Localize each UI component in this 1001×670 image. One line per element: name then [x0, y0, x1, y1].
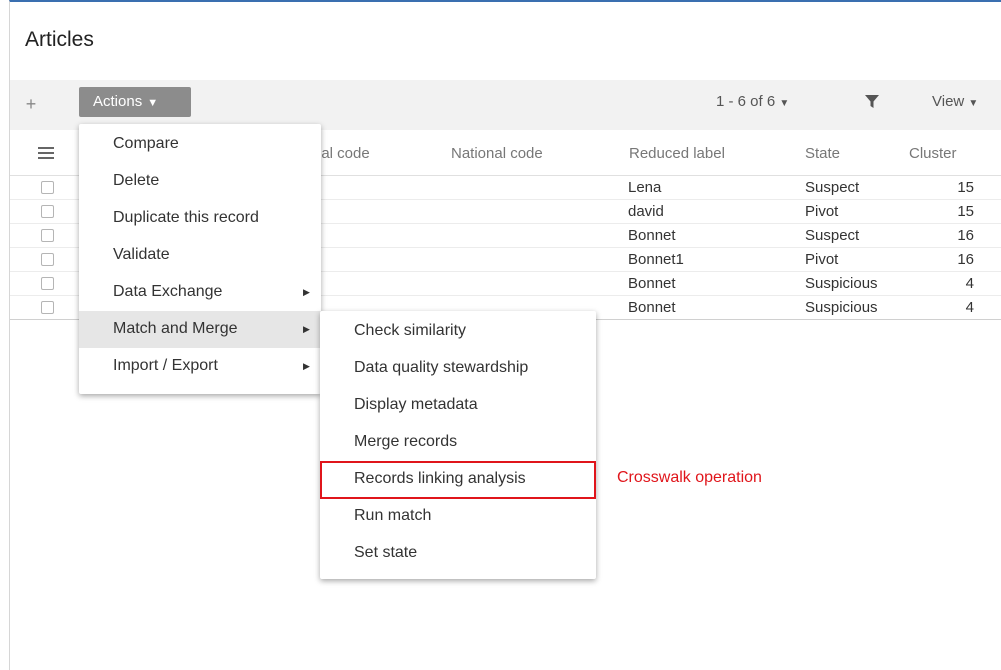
- reduced-label-cell: Bonnet: [628, 275, 676, 292]
- cluster-cell: 4: [965, 275, 974, 292]
- menu-item-label: Delete: [113, 172, 160, 189]
- cluster-cell: 16: [957, 227, 974, 244]
- menu-item-import-export[interactable]: Import / Export ▶: [79, 348, 321, 385]
- submenu-item-label: Merge records: [354, 433, 458, 450]
- state-cell: Suspicious: [805, 275, 878, 292]
- column-header-national-code[interactable]: National code: [451, 145, 543, 162]
- cluster-cell: 4: [965, 299, 974, 316]
- submenu-item-label: Set state: [354, 544, 418, 561]
- row-checkbox[interactable]: [41, 277, 54, 290]
- reduced-label-cell: Bonnet: [628, 227, 676, 244]
- submenu-item-display-metadata[interactable]: Display metadata: [320, 388, 596, 425]
- column-header-reduced-label[interactable]: Reduced label: [629, 145, 725, 162]
- toolbar: + Actions ▼ 1 - 6 of 6 ▼ View ▼: [10, 80, 1001, 130]
- menu-item-validate[interactable]: Validate: [79, 237, 321, 274]
- state-cell: Suspect: [805, 227, 860, 244]
- row-checkbox[interactable]: [41, 301, 54, 314]
- menu-item-label: Data Exchange: [113, 283, 223, 300]
- reduced-label-cell: Lena: [628, 179, 662, 196]
- cluster-cell: 16: [957, 251, 974, 268]
- submenu-item-set-state[interactable]: Set state: [320, 536, 596, 573]
- actions-button[interactable]: Actions ▼: [79, 87, 191, 117]
- state-cell: Suspect: [805, 179, 860, 196]
- menu-item-label: Import / Export: [113, 357, 218, 374]
- column-header-cluster[interactable]: Cluster: [909, 145, 957, 162]
- menu-item-data-exchange[interactable]: Data Exchange ▶: [79, 274, 321, 311]
- reduced-label-cell: david: [628, 203, 664, 220]
- page-title: Articles: [25, 28, 94, 51]
- menu-item-label: Compare: [113, 135, 179, 152]
- chevron-right-icon: ▶: [303, 324, 310, 334]
- submenu-item-run-match[interactable]: Run match: [320, 499, 596, 536]
- filter-icon[interactable]: [865, 95, 879, 114]
- menu-item-label: Validate: [113, 246, 170, 263]
- submenu-item-check-similarity[interactable]: Check similarity: [320, 314, 596, 351]
- menu-item-compare[interactable]: Compare: [79, 126, 321, 163]
- caret-down-icon: ▼: [779, 98, 790, 109]
- row-checkbox[interactable]: [41, 181, 54, 194]
- view-label: View: [932, 93, 965, 110]
- row-checkbox[interactable]: [41, 229, 54, 242]
- state-cell: Suspicious: [805, 299, 878, 316]
- submenu-item-label: Run match: [354, 507, 432, 524]
- actions-menu: Compare Delete Duplicate this record Val…: [79, 124, 321, 394]
- submenu-item-label: Check similarity: [354, 322, 467, 339]
- caret-down-icon: ▼: [968, 98, 979, 109]
- submenu-item-records-linking-analysis[interactable]: Records linking analysis: [320, 462, 596, 499]
- menu-item-label: Duplicate this record: [113, 209, 259, 226]
- reduced-label-cell: Bonnet: [628, 299, 676, 316]
- state-cell: Pivot: [805, 251, 839, 268]
- submenu-item-data-quality-stewardship[interactable]: Data quality stewardship: [320, 351, 596, 388]
- menu-item-label: Match and Merge: [113, 320, 238, 337]
- reduced-label-cell: Bonnet1: [628, 251, 684, 268]
- row-checkbox[interactable]: [41, 205, 54, 218]
- add-button[interactable]: +: [24, 94, 38, 115]
- row-checkbox[interactable]: [41, 253, 54, 266]
- submenu-item-label: Display metadata: [354, 396, 478, 413]
- submenu-item-merge-records[interactable]: Merge records: [320, 425, 596, 462]
- column-header-code[interactable]: nal code: [313, 145, 370, 162]
- cluster-cell: 15: [957, 203, 974, 220]
- column-header-state[interactable]: State: [805, 145, 840, 162]
- submenu-item-label: Records linking analysis: [354, 470, 526, 487]
- cluster-cell: 15: [957, 179, 974, 196]
- view-dropdown[interactable]: View ▼: [932, 93, 978, 110]
- pagination-label: 1 - 6 of 6: [716, 93, 776, 110]
- chevron-right-icon: ▶: [303, 361, 310, 371]
- hamburger-menu-icon[interactable]: [38, 146, 54, 165]
- annotation-label: Crosswalk operation: [617, 469, 762, 486]
- menu-item-match-and-merge[interactable]: Match and Merge ▶: [79, 311, 321, 348]
- actions-button-label: Actions: [93, 93, 143, 110]
- caret-down-icon: ▼: [147, 97, 159, 109]
- pagination-dropdown[interactable]: 1 - 6 of 6 ▼: [716, 93, 789, 110]
- menu-item-delete[interactable]: Delete: [79, 163, 321, 200]
- menu-item-duplicate[interactable]: Duplicate this record: [79, 200, 321, 237]
- submenu-item-label: Data quality stewardship: [354, 359, 529, 376]
- state-cell: Pivot: [805, 203, 839, 220]
- chevron-right-icon: ▶: [303, 287, 310, 297]
- match-and-merge-submenu: Check similarity Data quality stewardshi…: [320, 311, 596, 579]
